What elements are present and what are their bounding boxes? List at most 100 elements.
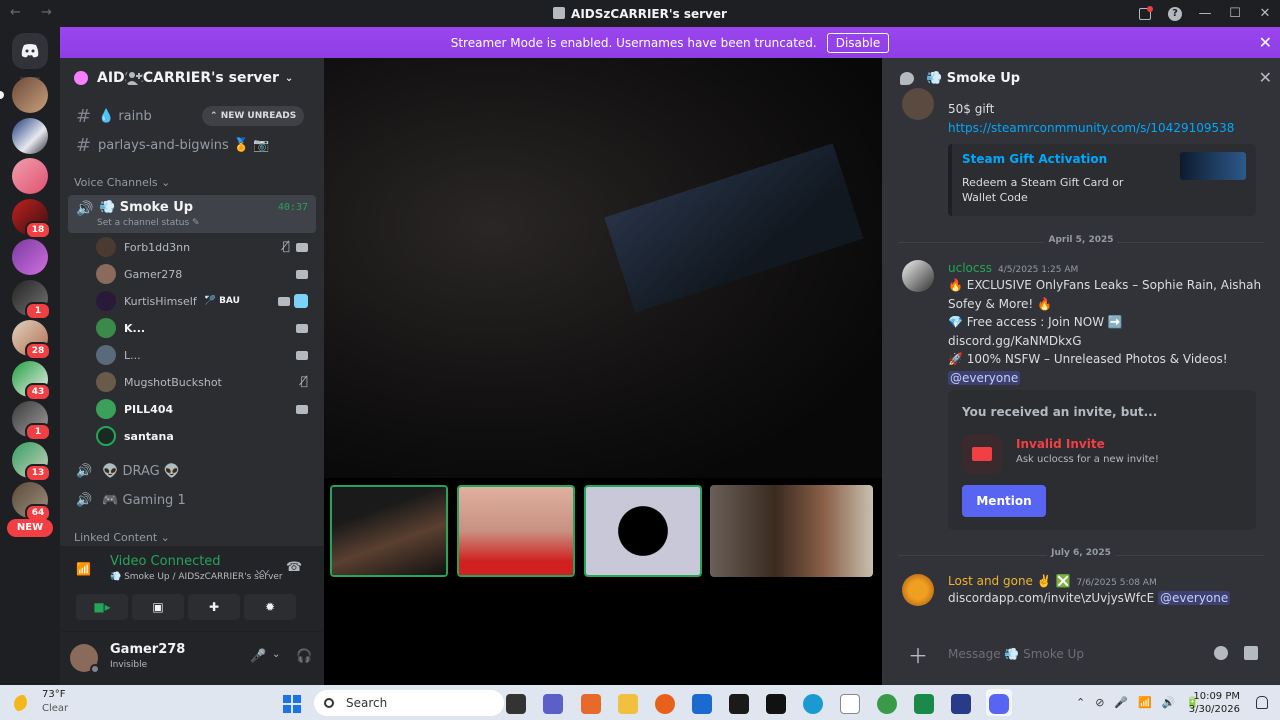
avatar[interactable] (902, 260, 934, 292)
channel-status[interactable]: Set a channel status ✎ (97, 218, 200, 228)
voice-member[interactable]: Forb1dd3nn 🎙̸ (96, 235, 316, 259)
mention-button[interactable]: Mention (962, 485, 1046, 517)
avatar (96, 345, 116, 365)
new-unreads-pill[interactable]: NEW (7, 519, 53, 537)
add-user-icon[interactable] (126, 70, 142, 86)
terminal-icon[interactable] (914, 694, 934, 714)
mail-icon[interactable] (692, 694, 712, 714)
voice-channel-name: 💨 Smoke Up (99, 200, 194, 215)
focused-video-stream[interactable] (324, 58, 882, 478)
search-label: Search (346, 696, 388, 710)
emoji-icon[interactable] (1214, 646, 1228, 660)
voice-member[interactable]: MugshotBuckshot 🎙̸ (96, 370, 316, 394)
discord-home-button[interactable] (12, 33, 48, 69)
server-icon[interactable]: 18 (12, 199, 51, 239)
server-header[interactable]: AIDSzCARRIER's server ⌄ (60, 58, 324, 98)
start-button[interactable] (283, 695, 301, 713)
voice-channel-gaming[interactable]: 🔊 🎮 Gaming 1 (68, 486, 316, 514)
soundboard-button[interactable]: ✹ (244, 594, 296, 620)
close-window-button[interactable]: ✕ (1250, 6, 1280, 21)
dropbox-icon[interactable] (729, 694, 749, 714)
chrome-icon[interactable] (877, 694, 897, 714)
minimize-button[interactable]: — (1190, 6, 1220, 21)
voice-member[interactable]: PILL404 (96, 397, 316, 421)
message-line: discordapp.com/invite\zUvjysWfcE @everyo… (948, 591, 1231, 605)
server-icon[interactable]: 43 (12, 361, 51, 401)
signal-icon[interactable]: 📶 (76, 562, 91, 576)
add-attachment-icon[interactable]: ＋ (908, 640, 928, 669)
disable-streamer-button[interactable]: Disable (826, 32, 890, 53)
close-icon[interactable]: ✕ (1259, 68, 1272, 87)
video-icon (296, 270, 308, 279)
muted-icon: 🎙̸ (300, 374, 308, 388)
video-tile[interactable] (710, 485, 873, 577)
activities-button[interactable]: ✚ (188, 594, 240, 620)
help-icon[interactable]: ? (1168, 6, 1182, 21)
channel-parlays[interactable]: # parlays-and-bigwins 🏅 📷 (68, 131, 316, 159)
notion-icon[interactable] (766, 694, 786, 714)
disconnect-icon[interactable]: ☎ (286, 560, 302, 575)
headphones-icon[interactable]: 🎧 (296, 649, 312, 664)
discord-taskbar-icon[interactable] (989, 694, 1009, 714)
server-icon[interactable] (0, 77, 48, 113)
voice-channel-smoke-up[interactable]: 🔊 💨 Smoke Up Set a channel status ✎ 40:3… (68, 195, 316, 233)
connection-status[interactable]: Video Connected (110, 554, 221, 569)
task-view-icon[interactable] (506, 694, 526, 714)
category-label: Linked Content (74, 531, 158, 544)
message-composer[interactable]: ＋ Message 💨 Smoke Up (898, 638, 1270, 670)
video-tile[interactable] (584, 485, 702, 577)
everyone-mention[interactable]: @everyone (948, 371, 1021, 385)
video-tile[interactable] (330, 485, 448, 577)
noise-suppression-icon[interactable]: 〰 (256, 562, 269, 581)
voice-member[interactable]: L... (96, 343, 316, 367)
embed-title[interactable]: Steam Gift Activation (962, 152, 1107, 166)
firefox-icon[interactable] (655, 694, 675, 714)
voice-member[interactable]: K... (96, 316, 316, 340)
voice-member[interactable]: santana (96, 424, 316, 448)
server-icon[interactable]: 64 (12, 482, 51, 522)
maximize-button[interactable]: ☐ (1220, 6, 1250, 21)
everyone-mention[interactable]: @everyone (1158, 591, 1231, 605)
chevron-down-icon[interactable]: ⌄ (272, 649, 280, 660)
voice-channel-drag[interactable]: 🔊 👽 DRAG 👽 (68, 457, 316, 485)
new-unreads-badge[interactable]: ⌃ NEW UNREADS (202, 106, 305, 126)
voice-member[interactable]: Gamer278 (96, 262, 316, 286)
voice-member[interactable]: KurtisHimself 🏸 BAU (96, 289, 316, 313)
teams-icon[interactable] (543, 694, 563, 714)
server-icon[interactable]: 1 (12, 280, 51, 320)
date-divider: April 5, 2025 (898, 235, 1264, 245)
linked-content-category[interactable]: Linked Content ⌄ (74, 531, 170, 544)
vpn-icon[interactable] (951, 694, 971, 714)
video-tile[interactable] (457, 485, 575, 577)
inbox-icon[interactable] (1139, 5, 1153, 20)
server-icon[interactable]: 13 (12, 442, 51, 482)
notification-bell-icon[interactable] (1256, 696, 1268, 709)
file-explorer-icon[interactable] (618, 694, 638, 714)
avatar[interactable] (902, 88, 934, 120)
edge-icon[interactable] (803, 694, 823, 714)
moon-icon (14, 695, 32, 713)
close-banner-icon[interactable]: ✕ (1259, 33, 1272, 52)
author-name[interactable]: uclocss (948, 261, 992, 275)
server-icon[interactable] (12, 158, 48, 194)
server-name: AIDSzCARRIER's server (97, 70, 279, 86)
username[interactable]: Gamer278 (110, 642, 185, 657)
voice-category[interactable]: Voice Channels ⌄ (74, 176, 170, 189)
apps-icon[interactable] (1244, 646, 1258, 660)
server-icon[interactable]: 1 (12, 401, 51, 441)
server-icon[interactable]: 28 (12, 320, 51, 360)
author-name[interactable]: Lost and gone ✌️ ❎ (948, 574, 1070, 588)
taskbar-clock[interactable]: 10:09 PM 3/30/2026 (1189, 690, 1240, 716)
avatar[interactable] (902, 574, 934, 606)
notepad-icon[interactable] (840, 694, 860, 714)
taskbar-search[interactable]: Search (314, 690, 504, 716)
banner-text: Streamer Mode is enabled. Usernames have… (450, 35, 817, 50)
status-indicator (90, 664, 100, 674)
camera-button[interactable]: ■▸ (76, 594, 128, 620)
microphone-icon[interactable]: 🎤 (250, 649, 266, 664)
server-icon[interactable] (12, 118, 48, 154)
copilot-icon[interactable] (581, 694, 601, 714)
screen-share-button[interactable]: ▣ (132, 594, 184, 620)
server-icon[interactable] (12, 239, 48, 275)
message-link[interactable]: https://steamrconmmunity.com/s/104291095… (948, 121, 1234, 135)
